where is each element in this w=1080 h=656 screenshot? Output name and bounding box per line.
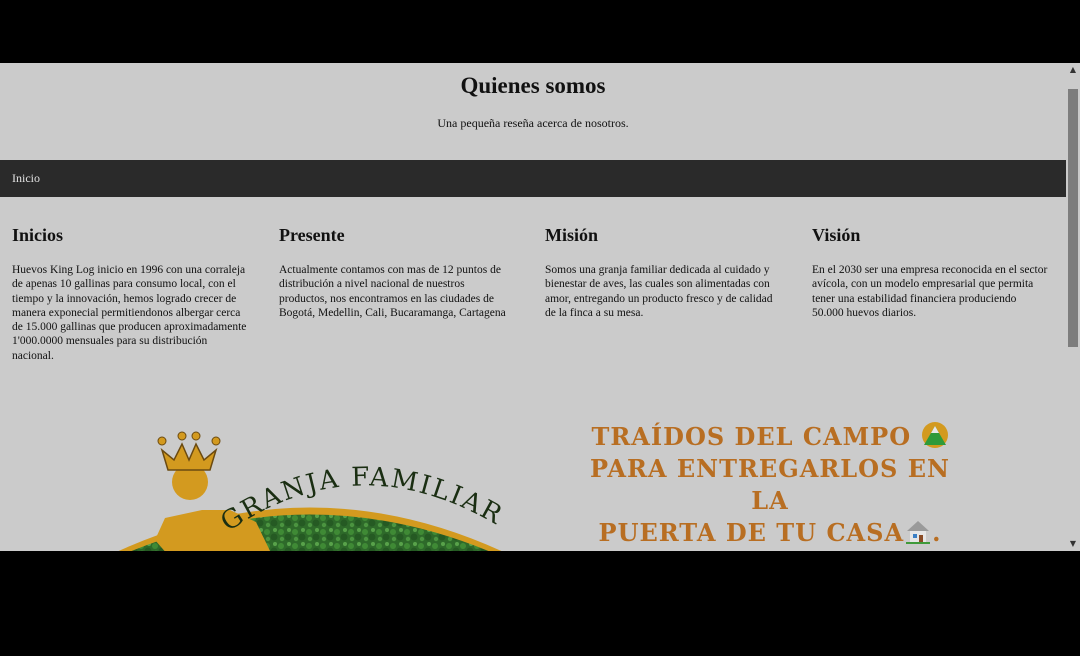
slogan-line-3: puerta de tu casa .: [598, 518, 942, 547]
page-content: Quienes somos Una pequeña reseña acerca …: [0, 63, 1066, 551]
section-mision: Misión Somos una granja familiar dedicad…: [545, 225, 781, 320]
browser-viewport: Quienes somos Una pequeña reseña acerca …: [0, 63, 1080, 551]
page-title: Quienes somos: [460, 73, 606, 98]
section-text: Huevos King Log inicio en 1996 con una c…: [12, 264, 247, 362]
slogan-line-1: Traídos del campo: [575, 421, 965, 453]
section-title: Misión: [545, 225, 599, 245]
navbar: Inicio: [0, 160, 1066, 197]
section-inicios: Inicios Huevos King Log inicio en 1996 c…: [12, 225, 248, 363]
scrollbar-thumb[interactable]: [1068, 89, 1078, 347]
section-text: Somos una granja familiar dedicada al cu…: [545, 264, 773, 319]
house-emoji-icon: [906, 521, 931, 544]
vertical-scrollbar[interactable]: ▲ ▼: [1066, 63, 1080, 551]
slogan-line-2: para entregarlos en la: [590, 454, 950, 515]
section-text: En el 2030 ser una empresa reconocida en…: [812, 264, 1048, 319]
slogan: Traídos del campo para entregarlos en la…: [575, 421, 965, 549]
page-subtitle: Una pequeña reseña acerca de nosotros.: [437, 116, 629, 130]
section-title: Visión: [812, 225, 861, 245]
nav-link-inicio[interactable]: Inicio: [12, 171, 40, 186]
granja-familiar-logo: GRANJA FAMILIAR: [118, 431, 506, 551]
scroll-up-arrow-icon[interactable]: ▲: [1066, 63, 1080, 77]
section-text: Actualmente contamos con mas de 12 punto…: [279, 264, 506, 319]
section-title: Inicios: [12, 225, 64, 245]
mountain-emoji-icon: [921, 422, 948, 448]
hero-section: Quienes somos Una pequeña reseña acerca …: [0, 63, 1066, 160]
section-presente: Presente Actualmente contamos con mas de…: [279, 225, 515, 320]
scroll-down-arrow-icon[interactable]: ▼: [1066, 537, 1080, 551]
section-title: Presente: [279, 225, 345, 245]
section-vision: Visión En el 2030 ser una empresa recono…: [812, 225, 1048, 320]
